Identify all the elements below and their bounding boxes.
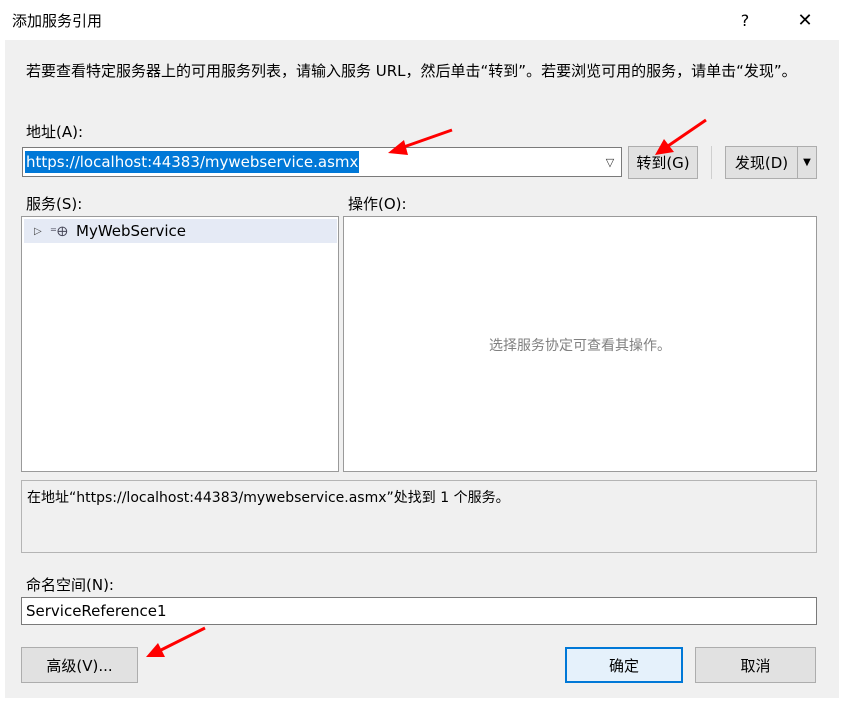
annotation-arrows: [146, 118, 707, 657]
annotation-arrow-go: [655, 118, 707, 155]
annotation-arrow-advanced: [146, 626, 206, 657]
annotation-arrow-address: [388, 128, 453, 155]
